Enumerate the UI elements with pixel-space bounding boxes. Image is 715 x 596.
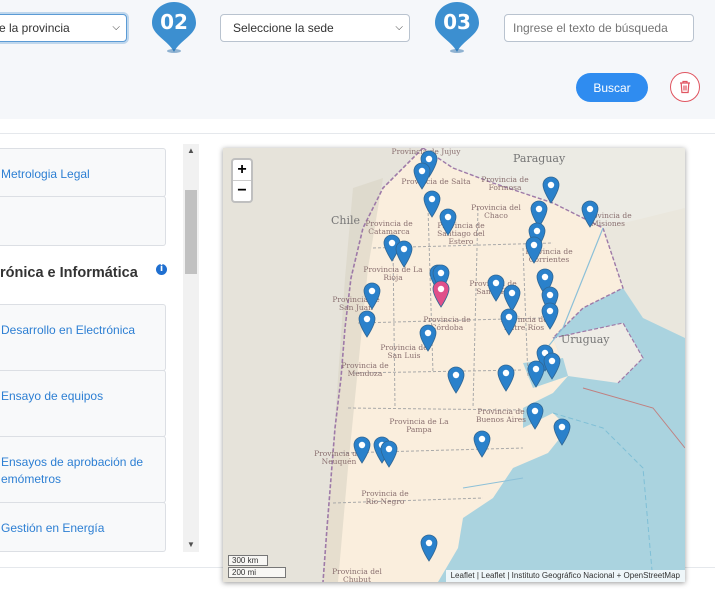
province-select-value: e la provincia [0,21,70,35]
list-scrollbar[interactable]: ▲ ▼ [183,144,199,552]
map-marker-icon[interactable] [380,440,398,468]
province-select[interactable]: e la provincia ⌵ [0,14,127,42]
map-marker-icon[interactable] [447,366,465,394]
zoom-out-button[interactable]: − [233,181,251,201]
map-marker-icon[interactable] [420,534,438,562]
map-marker-icon[interactable] [527,360,545,388]
list-item[interactable]: Desarrollo en Electrónica [0,304,166,371]
list-item-link[interactable]: Metrologia Legal [1,166,90,183]
map-marker-icon[interactable] [525,236,543,264]
province-label: Provincia de La Rioja [363,265,423,282]
map-marker-icon[interactable] [553,418,571,446]
list-item-link[interactable]: Gestión en Energía [1,520,104,537]
province-label: Provincia de La Pampa [389,417,449,434]
map-marker-icon[interactable] [543,352,561,380]
scale-mi: 200 mi [228,567,286,578]
list-item-link[interactable]: Desarrollo en Electrónica [1,322,135,339]
map-marker-icon[interactable] [497,364,515,392]
map-marker-icon[interactable] [363,282,381,310]
list-item[interactable]: Gestión en Energía [0,502,166,552]
province-label: Provincia de Formosa [481,175,529,192]
search-button[interactable]: Buscar [576,73,648,102]
province-label: Provincia de Buenos Aires [475,407,527,424]
list-item[interactable]: Ensayos de aprobación de emómetros [0,436,166,503]
map-attribution[interactable]: Leaflet | Leaflet | Instituto Geográfico… [445,570,685,582]
country-label: Chile [331,214,361,227]
clear-button[interactable] [670,72,700,102]
province-label: Provincia de Río Negro [361,489,409,506]
country-label: Uruguay [561,333,610,346]
list-item[interactable] [0,196,166,246]
map-marker-icon[interactable] [500,308,518,336]
step-3-number: 03 [443,10,471,34]
scroll-up-icon[interactable]: ▲ [183,144,199,158]
list-item[interactable]: Metrologia Legal [0,148,166,197]
map-marker-icon[interactable] [541,302,559,330]
scale-km: 300 km [228,555,268,566]
sede-select[interactable]: Seleccione la sede ⌵ [220,14,410,42]
map-marker-icon[interactable] [358,310,376,338]
province-label: Provincia del Chubut [332,567,382,583]
country-label: Paraguay [513,152,566,165]
zoom-in-button[interactable]: + [233,160,251,181]
info-icon[interactable]: i [156,264,167,275]
scroll-thumb[interactable] [185,190,197,274]
zoom-control: + − [231,158,253,203]
panel-border [0,133,715,134]
step-3-badge: 03 [433,0,481,54]
map-marker-icon[interactable] [413,162,431,190]
province-label: Provincia de Salta [401,177,471,186]
province-label: Provincia del Chaco [471,203,521,220]
step-2-number: 02 [160,10,188,34]
scroll-down-icon[interactable]: ▼ [183,538,199,552]
map-marker-icon[interactable] [526,402,544,430]
map-marker-active-icon[interactable] [432,280,450,308]
group-title: rónica e Informática [0,265,138,281]
map-marker-icon[interactable] [395,240,413,268]
chevron-down-icon: ⌵ [395,22,403,33]
map-marker-icon[interactable] [353,436,371,464]
map-marker-icon[interactable] [473,430,491,458]
chevron-down-icon: ⌵ [112,22,120,33]
trash-icon [680,80,690,94]
lab-list: Metrologia Legal Desarrollo en Electróni… [0,140,182,552]
list-item[interactable]: Ensayo de equipos [0,370,166,437]
map[interactable]: + − Paraguay Chile Uruguay Provincia de … [223,148,685,582]
sede-select-value: Seleccione la sede [233,21,334,35]
map-marker-icon[interactable] [581,200,599,228]
map-marker-icon[interactable] [419,324,437,352]
list-item-link[interactable]: Ensayo de equipos [1,388,103,405]
list-item-link[interactable]: Ensayos de aprobación de emómetros [1,454,143,488]
map-marker-icon[interactable] [439,208,457,236]
search-input[interactable] [504,14,694,42]
province-label: Provincia de Mendoza [341,361,389,378]
step-2-badge: 02 [150,0,198,54]
